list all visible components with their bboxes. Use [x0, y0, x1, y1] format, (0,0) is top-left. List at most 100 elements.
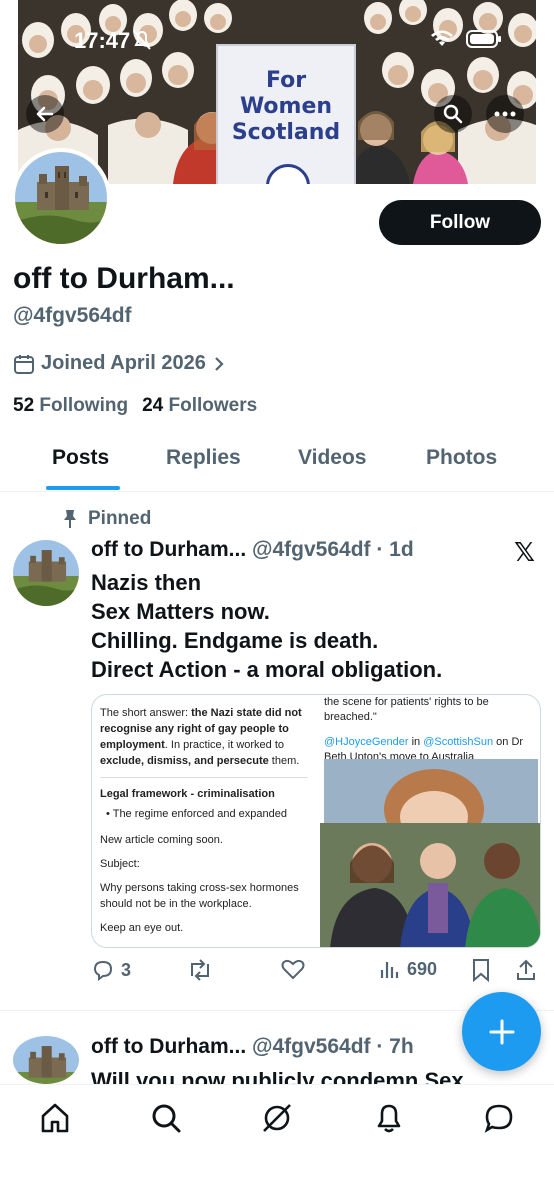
post-meta: @4fgv564df · 7h [252, 1035, 414, 1058]
media-quote: the scene for patients' rights to be bre… [324, 696, 489, 723]
notifications-icon[interactable] [372, 1101, 406, 1135]
post-actions: 3 690 [91, 958, 541, 988]
media-screenshot-right: the scene for patients' rights to be bre… [320, 695, 540, 947]
post-text: Nazis then Sex Matters now. Chilling. En… [91, 568, 531, 684]
reply-button[interactable]: 3 [91, 958, 131, 982]
media-line: New article coming soon. [100, 834, 223, 846]
media-photo-group [320, 823, 540, 947]
plus-icon [489, 1019, 514, 1044]
joined-label: Joined April 2026 [41, 352, 206, 374]
post-meta: @4fgv564df · 1d [252, 538, 414, 561]
cathedral-image [13, 540, 79, 606]
following-label: Following [39, 395, 129, 416]
more-button[interactable] [486, 95, 524, 133]
profile-display-name: off to Durham... [13, 262, 235, 295]
profile-avatar[interactable] [11, 148, 111, 248]
tab-photos[interactable]: Photos [426, 446, 497, 470]
post-avatar[interactable] [13, 540, 79, 606]
bookmark-button[interactable] [471, 958, 491, 982]
views-button[interactable]: 690 [379, 958, 437, 980]
follow-stats: 52 Following 24 Followers [13, 395, 257, 417]
media-screenshot-left: The short answer: the Nazi state did not… [92, 695, 316, 947]
grok-icon[interactable] [260, 1101, 294, 1135]
tab-replies[interactable]: Replies [166, 446, 241, 470]
back-button[interactable] [26, 95, 64, 133]
sign-line-2: Women [239, 94, 333, 119]
like-button[interactable] [281, 958, 305, 980]
reply-icon [93, 960, 113, 981]
post-header: off to Durham... @4fgv564df · 1d [91, 538, 414, 562]
media-line: Why persons taking cross-sex hormones sh… [100, 882, 299, 910]
media-heading: Legal framework - criminalisation [100, 788, 275, 800]
follow-button[interactable]: Follow [379, 200, 541, 245]
media-line: Subject: [100, 858, 140, 870]
post-line: Sex Matters now. [91, 599, 270, 624]
media-paragraph: The short answer: the Nazi state did not… [100, 705, 308, 769]
search-button[interactable] [434, 95, 472, 133]
repost-button[interactable] [187, 958, 213, 982]
sign-logo [266, 164, 310, 184]
wifi-icon [431, 30, 453, 46]
heart-icon [281, 959, 305, 980]
following-stat[interactable]: 52 Following [13, 395, 128, 417]
battery-icon [466, 30, 501, 48]
post-text: Will you now publicly condemn Sex [91, 1068, 464, 1086]
tab-videos[interactable]: Videos [298, 446, 366, 470]
home-icon[interactable] [38, 1101, 72, 1135]
cathedral-image [13, 1036, 79, 1084]
chevron-right-icon [215, 356, 224, 371]
sign-line-1: For [265, 68, 307, 93]
post-avatar[interactable] [13, 1036, 79, 1084]
reply-count: 3 [121, 959, 132, 980]
share-button[interactable] [515, 958, 537, 982]
views-icon [380, 962, 399, 978]
media-photo-portrait [324, 759, 538, 849]
media-text: in [408, 736, 424, 748]
search-nav-icon[interactable] [149, 1101, 183, 1135]
followers-stat[interactable]: 24 Followers [142, 395, 257, 417]
back-arrow-icon [36, 106, 54, 122]
views-count: 690 [407, 958, 438, 979]
status-icons [430, 30, 502, 48]
mention: @HJoyceGender [324, 736, 409, 748]
share-icon [517, 959, 535, 980]
pinned-label: Pinned [62, 508, 151, 530]
status-time: 17:47 [74, 28, 131, 53]
profile-banner: For Women Scotland 17:47 [18, 0, 536, 184]
banner-sign: For Women Scotland [216, 44, 356, 184]
followers-label: Followers [168, 395, 258, 416]
mute-icon [133, 30, 151, 50]
media-bullet-text: The regime enforced and expanded [112, 808, 288, 820]
post-header: off to Durham... @4fgv564df · 7h [91, 1035, 414, 1059]
pinned-text: Pinned [88, 508, 152, 529]
cathedral-image [15, 152, 107, 244]
post-line: Chilling. Endgame is death. [91, 628, 379, 653]
following-count: 52 [13, 395, 35, 416]
pin-icon [64, 510, 76, 528]
media-text: The short answer: [100, 707, 192, 719]
messages-icon[interactable] [482, 1101, 516, 1135]
media-text: . In practice, it worked to [164, 739, 285, 751]
tab-posts[interactable]: Posts [52, 446, 109, 470]
post-author[interactable]: off to Durham... [91, 1035, 246, 1058]
media-bold: exclude, dismiss, and persecute [100, 755, 269, 767]
mention: @ScottishSun [423, 736, 494, 748]
active-tab-indicator [46, 486, 120, 490]
profile-handle: @4fgv564df [13, 304, 132, 327]
joined-date[interactable]: Joined April 2026 [13, 352, 226, 375]
search-icon [443, 104, 463, 124]
calendar-icon [14, 354, 34, 374]
repost-icon [191, 959, 209, 981]
post-media[interactable]: The short answer: the Nazi state did not… [91, 694, 541, 948]
media-bullet: • The regime enforced and expanded [106, 808, 288, 820]
followers-count: 24 [142, 395, 164, 416]
compose-button[interactable] [462, 992, 541, 1071]
bookmark-icon [473, 959, 489, 982]
post-author[interactable]: off to Durham... [91, 538, 246, 561]
profile-tabs: Posts Replies Videos Photos [0, 440, 554, 492]
bottom-navigation [0, 1084, 554, 1200]
x-logo-icon[interactable]: 𝕏 [514, 537, 535, 568]
media-text: them. [268, 755, 300, 767]
post-line: Direct Action - a moral obligation. [91, 657, 443, 682]
media-line: Keep an eye out. [100, 922, 184, 934]
